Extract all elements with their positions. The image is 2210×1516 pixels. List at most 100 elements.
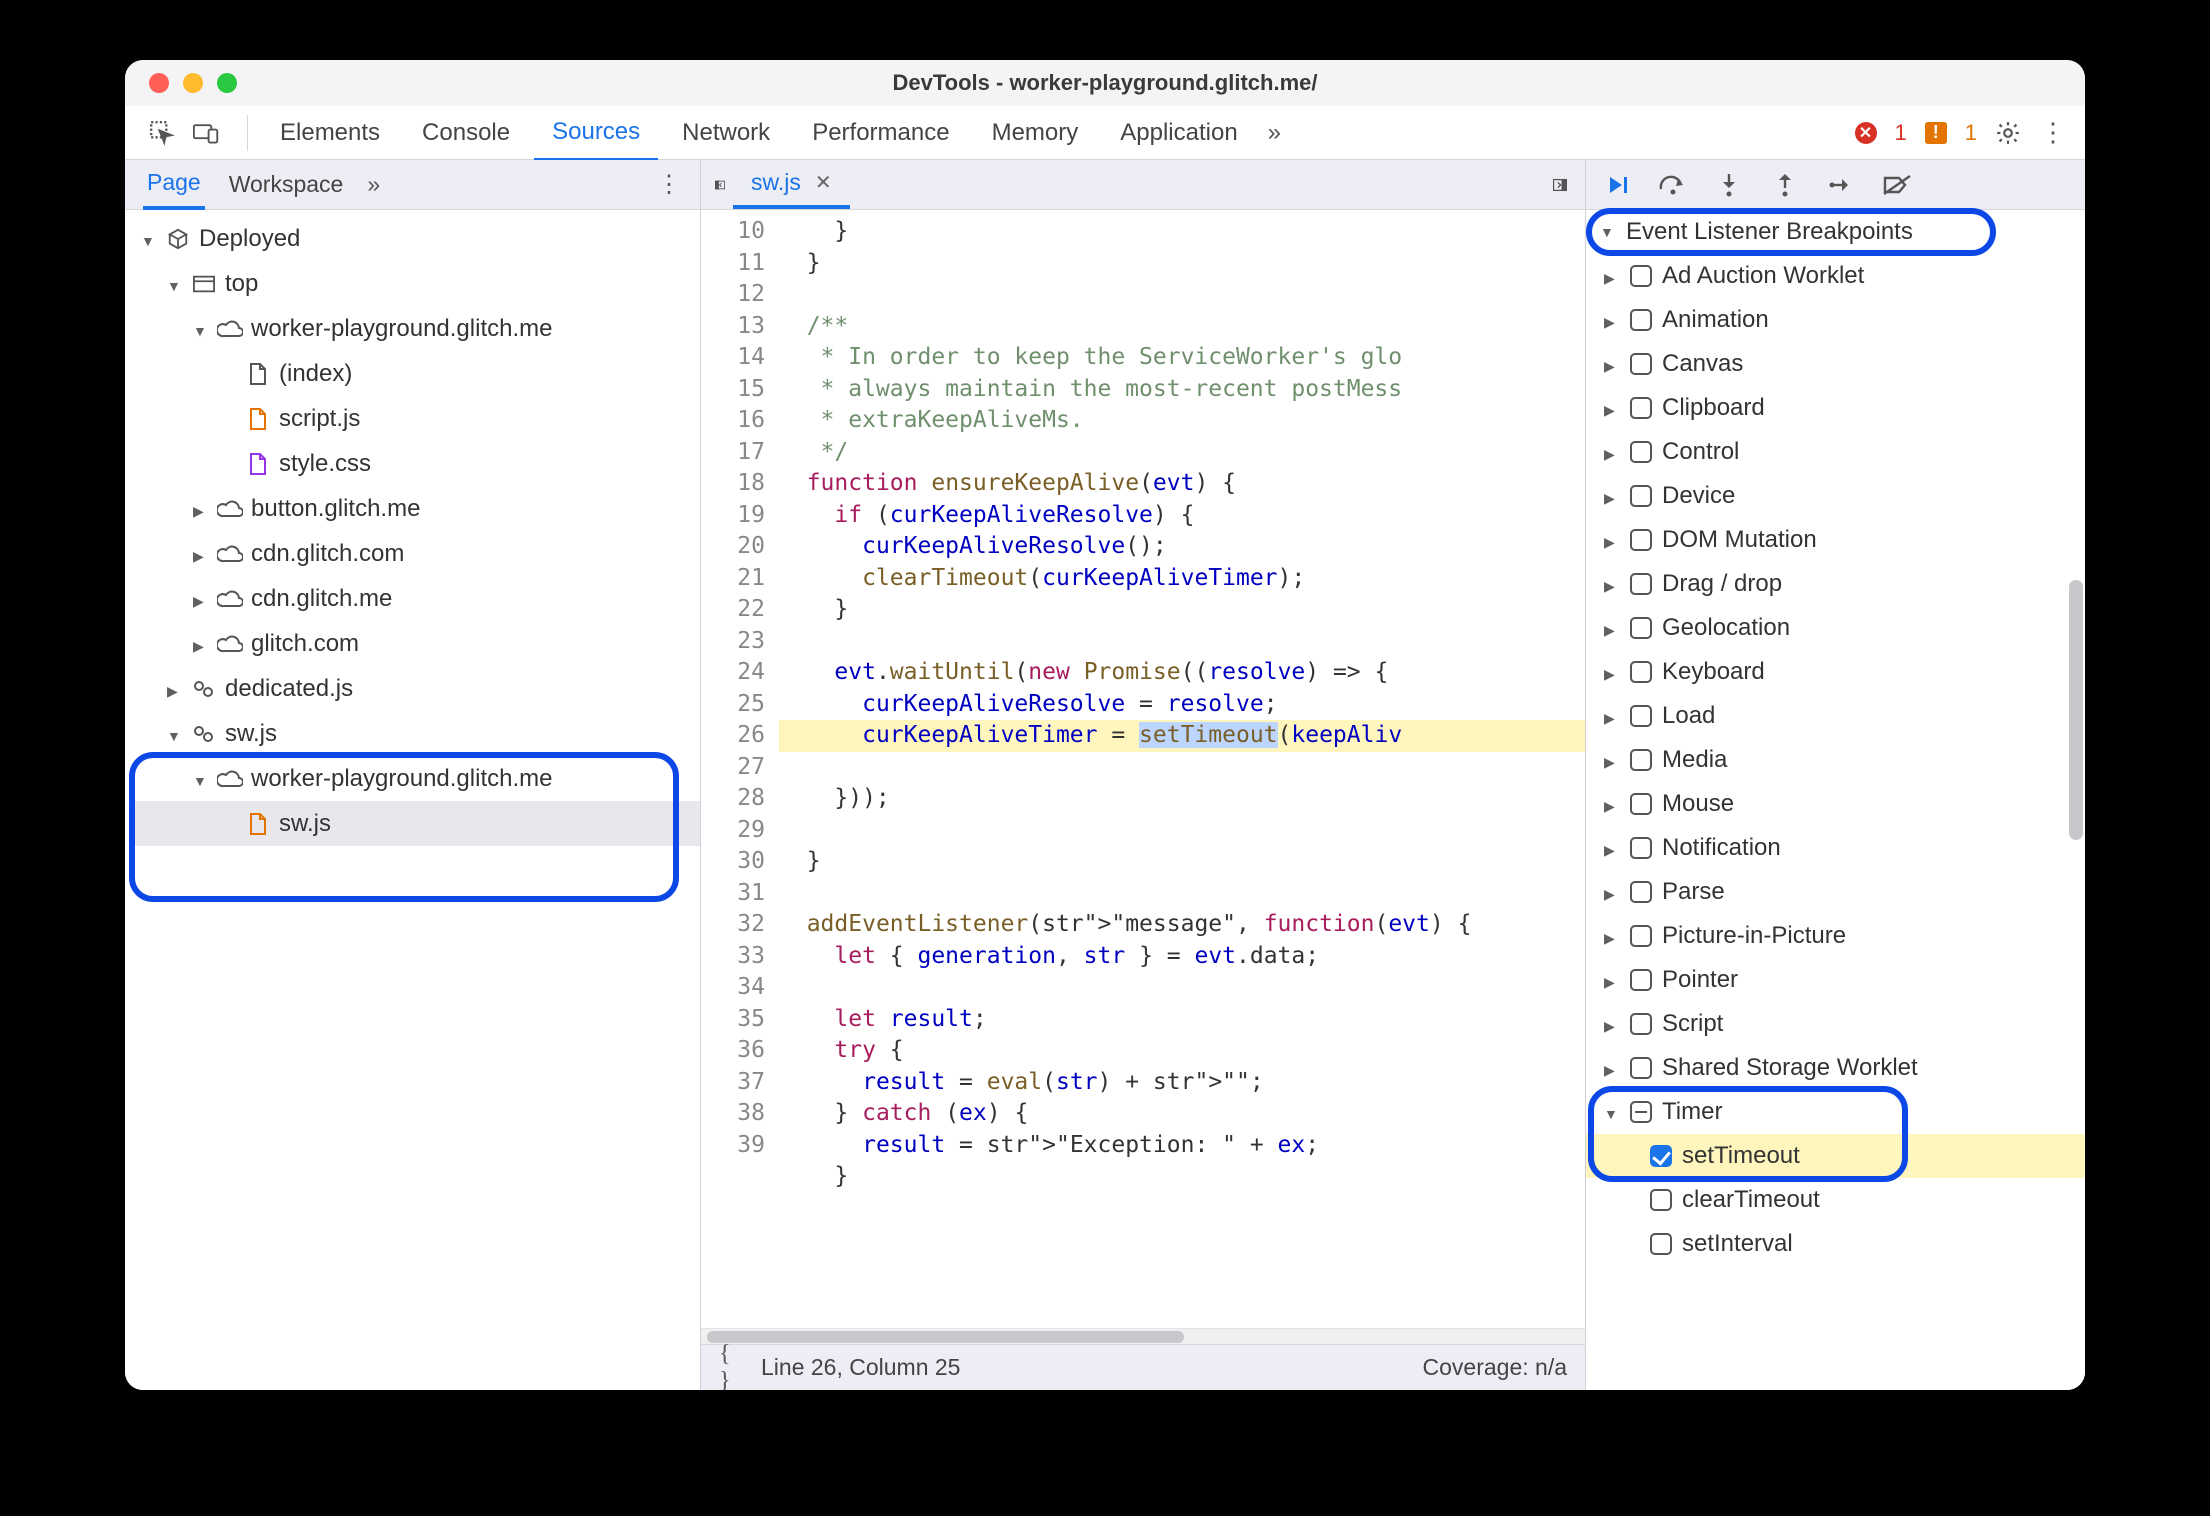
tree-index-label: (index) (279, 360, 352, 388)
pretty-print-icon[interactable]: { } (719, 1355, 745, 1381)
evt-category[interactable]: Picture-in-Picture (1586, 914, 2085, 958)
step-into-icon[interactable] (1714, 170, 1744, 200)
toggle-navigator-icon[interactable] (707, 172, 733, 198)
tree-deployed[interactable]: Deployed (131, 216, 700, 261)
code-area[interactable]: 10 11 12 13 14 15 16 17 18 19 20 21 22 2… (701, 210, 1585, 1328)
tab-elements[interactable]: Elements (262, 107, 398, 159)
vertical-scrollbar[interactable] (2069, 220, 2083, 1380)
tree-sw-file[interactable]: sw.js (131, 801, 700, 846)
code-content[interactable]: } } /** * In order to keep the ServiceWo… (779, 210, 1585, 1328)
evt-clearTimeout[interactable]: clearTimeout (1586, 1178, 2085, 1222)
error-icon[interactable]: ✕ (1855, 122, 1877, 144)
devtools-window: DevTools - worker-playground.glitch.me/ … (125, 60, 2085, 1390)
deactivate-breakpoints-icon[interactable] (1882, 170, 1912, 200)
toggle-debugger-icon[interactable] (1553, 172, 1579, 198)
event-listener-breakpoints-header[interactable]: Event Listener Breakpoints (1586, 210, 2085, 254)
nav-tab-page[interactable]: Page (143, 159, 205, 210)
tree-stylecss-label: style.css (279, 450, 371, 478)
navigator-tabs: Page Workspace » ⋮ (125, 160, 700, 210)
debugger-pane: Event Listener Breakpoints Ad Auction Wo… (1585, 160, 2085, 1390)
tab-memory[interactable]: Memory (974, 107, 1097, 159)
evt-category[interactable]: Shared Storage Worklet (1586, 1046, 2085, 1090)
tab-performance[interactable]: Performance (794, 107, 967, 159)
evt-category[interactable]: DOM Mutation (1586, 518, 2085, 562)
label: cdn.glitch.me (251, 585, 392, 613)
tabs-overflow-icon[interactable]: » (1262, 119, 1287, 147)
evt-category[interactable]: Canvas (1586, 342, 2085, 386)
evt-category[interactable]: Media (1586, 738, 2085, 782)
tab-console[interactable]: Console (404, 107, 528, 159)
css-file-icon (245, 451, 271, 477)
debugger-toolbar (1586, 160, 2085, 210)
settings-gear-icon[interactable] (1995, 120, 2021, 146)
tree-top[interactable]: top (131, 261, 700, 306)
tab-application[interactable]: Application (1102, 107, 1255, 159)
label: sw.js (279, 810, 331, 838)
step-over-icon[interactable] (1658, 170, 1688, 200)
tree-stylecss[interactable]: style.css (131, 441, 700, 486)
inspect-icon[interactable] (149, 120, 175, 146)
evt-category-timer[interactable]: Timer (1586, 1090, 2085, 1134)
label: worker-playground.glitch.me (251, 765, 552, 793)
nav-tabs-overflow-icon[interactable]: » (367, 171, 380, 198)
tab-sources[interactable]: Sources (534, 106, 658, 162)
step-icon[interactable] (1826, 170, 1856, 200)
resume-icon[interactable] (1602, 170, 1632, 200)
tree-sw-origin[interactable]: worker-playground.glitch.me (131, 756, 700, 801)
main-toolbar: Elements Console Sources Network Perform… (125, 106, 2085, 160)
frame-icon (191, 271, 217, 297)
editor-tab-label: sw.js (751, 169, 801, 196)
nav-tab-workspace[interactable]: Workspace (225, 161, 348, 208)
tab-network[interactable]: Network (664, 107, 788, 159)
evt-category[interactable]: Clipboard (1586, 386, 2085, 430)
tree-origin-main-label: worker-playground.glitch.me (251, 315, 552, 343)
evt-category[interactable]: Animation (1586, 298, 2085, 342)
cloud-icon (217, 541, 243, 567)
line-gutter: 10 11 12 13 14 15 16 17 18 19 20 21 22 2… (701, 210, 779, 1328)
tree-scriptjs[interactable]: script.js (131, 396, 700, 441)
cloud-icon (217, 316, 243, 342)
close-tab-icon[interactable]: ✕ (815, 170, 832, 195)
label: button.glitch.me (251, 495, 420, 523)
evt-setTimeout[interactable]: setTimeout (1586, 1134, 2085, 1178)
tree-origin-cdnme[interactable]: cdn.glitch.me (131, 576, 700, 621)
cloud-icon (217, 631, 243, 657)
window-titlebar: DevTools - worker-playground.glitch.me/ (125, 60, 2085, 106)
editor-tab-swjs[interactable]: sw.js ✕ (733, 160, 850, 209)
kebab-menu-icon[interactable]: ⋮ (2039, 120, 2065, 146)
device-toggle-icon[interactable] (193, 120, 219, 146)
evt-category[interactable]: Drag / drop (1586, 562, 2085, 606)
event-categories: Ad Auction WorkletAnimationCanvasClipboa… (1586, 254, 2085, 1390)
warning-icon[interactable]: ! (1925, 122, 1947, 144)
tree-index[interactable]: (index) (131, 351, 700, 396)
nav-kebab-icon[interactable]: ⋮ (656, 172, 682, 198)
tree-origin-cdncom[interactable]: cdn.glitch.com (131, 531, 700, 576)
evt-category[interactable]: Notification (1586, 826, 2085, 870)
tree-scriptjs-label: script.js (279, 405, 360, 433)
panel-body: Page Workspace » ⋮ Deployed (125, 160, 2085, 1390)
tree-sw[interactable]: sw.js (131, 711, 700, 756)
tree-origin-glitchcom[interactable]: glitch.com (131, 621, 700, 666)
label: dedicated.js (225, 675, 353, 703)
tree-dedicated[interactable]: dedicated.js (131, 666, 700, 711)
step-out-icon[interactable] (1770, 170, 1800, 200)
error-count: 1 (1895, 120, 1907, 146)
horizontal-scrollbar[interactable] (701, 1328, 1585, 1344)
evt-category[interactable]: Geolocation (1586, 606, 2085, 650)
tree-origin-main[interactable]: worker-playground.glitch.me (131, 306, 700, 351)
gears-icon (191, 721, 217, 747)
evt-setInterval[interactable]: setInterval (1586, 1222, 2085, 1266)
evt-category[interactable]: Control (1586, 430, 2085, 474)
evt-category[interactable]: Ad Auction Worklet (1586, 254, 2085, 298)
evt-category[interactable]: Parse (1586, 870, 2085, 914)
evt-category[interactable]: Device (1586, 474, 2085, 518)
tree-origin-button[interactable]: button.glitch.me (131, 486, 700, 531)
evt-category[interactable]: Keyboard (1586, 650, 2085, 694)
evt-category[interactable]: Pointer (1586, 958, 2085, 1002)
navigator-pane: Page Workspace » ⋮ Deployed (125, 160, 701, 1390)
editor-statusbar: { } Line 26, Column 25 Coverage: n/a (701, 1344, 1585, 1390)
evt-category[interactable]: Load (1586, 694, 2085, 738)
evt-category[interactable]: Mouse (1586, 782, 2085, 826)
evt-category[interactable]: Script (1586, 1002, 2085, 1046)
cloud-icon (217, 496, 243, 522)
